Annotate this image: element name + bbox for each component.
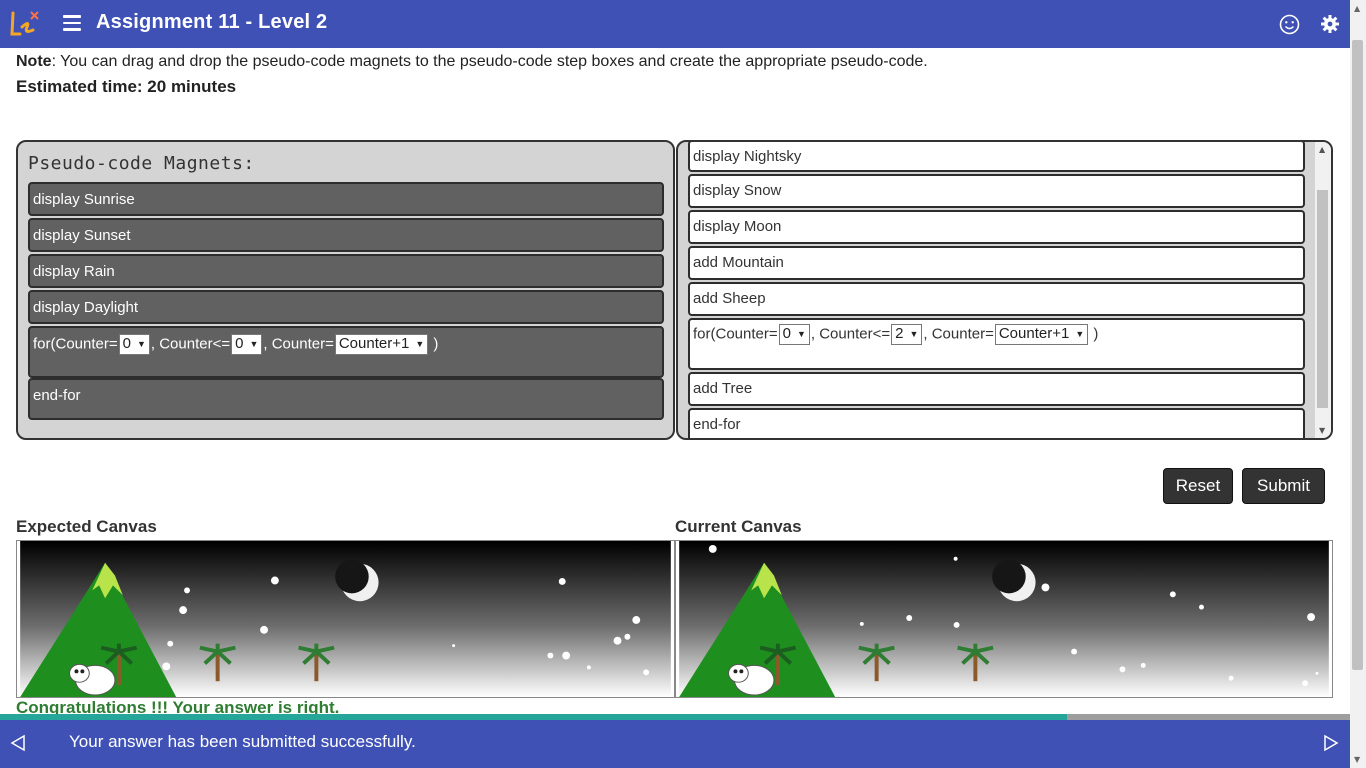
select-value: 2 — [895, 325, 904, 342]
expected-canvas-label: Expected Canvas — [16, 517, 157, 536]
for-loop-suffix: ) — [1089, 325, 1099, 343]
current-canvas-label: Current Canvas — [675, 517, 802, 536]
page-scrollbar-thumb[interactable] — [1352, 40, 1363, 670]
page-title: Assignment 11 - Level 2 — [96, 11, 328, 33]
scroll-up-icon[interactable]: ▲ — [1319, 145, 1325, 154]
magnet-counter-step-select[interactable]: Counter+1 ▼ — [334, 334, 429, 355]
dropdown-arrow-icon: ▼ — [415, 339, 425, 350]
page-scrollbar[interactable]: ▲ ▼ — [1350, 0, 1366, 768]
estimated-time: Estimated time: 20 minutes — [16, 77, 237, 96]
select-value: 0 — [235, 335, 244, 352]
for-loop-prefix: for(Counter= — [693, 325, 778, 343]
magnets-title: Pseudo-code Magnets: — [28, 153, 255, 174]
step-add-tree[interactable]: add Tree — [688, 372, 1305, 406]
select-value: Counter+1 — [998, 325, 1070, 342]
hamburger-menu-icon[interactable] — [63, 15, 81, 31]
instruction-note: Note: You can drag and drop the pseudo-c… — [16, 52, 928, 72]
magnet-counter-end-select[interactable]: 0 ▼ — [231, 334, 263, 355]
step-add-mountain[interactable]: add Mountain — [688, 246, 1305, 280]
steps-scrollbar[interactable]: ▲ ▼ — [1315, 142, 1331, 438]
step-counter-end-select[interactable]: 2 ▼ — [891, 324, 923, 345]
previous-arrow-icon[interactable] — [10, 734, 26, 752]
for-loop-condition-label: , Counter<= — [810, 325, 891, 343]
note-text: : You can drag and drop the pseudo-code … — [51, 53, 928, 70]
step-display-snow[interactable]: display Snow — [688, 174, 1305, 208]
magnet-for-loop[interactable]: for(Counter= 0 ▼, Counter<= 0 ▼, Counter= Cou… — [28, 326, 664, 378]
magnet-display-sunset[interactable]: display Sunset — [28, 218, 664, 252]
select-value: Counter+1 — [338, 335, 410, 352]
magnet-counter-start-select[interactable]: 0 ▼ — [118, 334, 150, 355]
dropdown-arrow-icon: ▼ — [249, 339, 259, 350]
submit-button[interactable]: Submit — [1242, 468, 1325, 504]
next-arrow-icon[interactable] — [1323, 734, 1339, 752]
settings-gear-icon[interactable] — [1320, 14, 1340, 34]
for-loop-increment-label: , Counter= — [263, 335, 334, 353]
status-message: Your answer has been submitted successfu… — [69, 732, 416, 751]
for-loop-prefix: for(Counter= — [33, 335, 118, 353]
select-value: 0 — [782, 325, 791, 342]
step-display-moon[interactable]: display Moon — [688, 210, 1305, 244]
feedback-smiley-icon[interactable] — [1279, 14, 1300, 35]
bottom-bar: Your answer has been submitted successfu… — [0, 720, 1350, 768]
scroll-down-icon[interactable]: ▼ — [1319, 426, 1325, 435]
magnet-display-rain[interactable]: display Rain — [28, 254, 664, 288]
dropdown-arrow-icon: ▼ — [136, 339, 146, 350]
note-label: Note — [16, 53, 52, 70]
dropdown-arrow-icon: ▼ — [1075, 329, 1085, 340]
current-canvas — [675, 540, 1333, 698]
reset-button[interactable]: Reset — [1163, 468, 1233, 504]
expected-canvas — [16, 540, 675, 698]
step-add-sheep[interactable]: add Sheep — [688, 282, 1305, 316]
scroll-up-icon[interactable]: ▲ — [1354, 4, 1360, 13]
step-display-nightsky[interactable]: display Nightsky — [688, 142, 1305, 172]
step-end-for[interactable]: end-for — [688, 408, 1305, 438]
step-counter-step-select[interactable]: Counter+1 ▼ — [994, 324, 1089, 345]
for-loop-suffix: ) — [429, 335, 439, 353]
dropdown-arrow-icon: ▼ — [909, 329, 919, 340]
select-value: 0 — [122, 335, 131, 352]
steps-scrollbar-thumb[interactable] — [1317, 190, 1328, 408]
app-logo-icon[interactable] — [8, 10, 40, 38]
top-app-bar: Assignment 11 - Level 2 — [0, 0, 1350, 48]
step-counter-start-select[interactable]: 0 ▼ — [778, 324, 810, 345]
pseudo-code-steps-panel: display Nightsky display Snow display Mo… — [676, 140, 1333, 440]
step-for-loop[interactable]: for(Counter= 0 ▼, Counter<= 2 ▼, Counter= Cou… — [688, 318, 1305, 370]
magnet-end-for[interactable]: end-for — [28, 378, 664, 420]
scroll-down-icon[interactable]: ▼ — [1354, 755, 1360, 764]
magnet-display-daylight[interactable]: display Daylight — [28, 290, 664, 324]
for-loop-increment-label: , Counter= — [923, 325, 994, 343]
pseudo-code-magnets-panel: Pseudo-code Magnets: display Sunrise dis… — [16, 140, 675, 440]
for-loop-condition-label: , Counter<= — [150, 335, 231, 353]
magnet-display-sunrise[interactable]: display Sunrise — [28, 182, 664, 216]
dropdown-arrow-icon: ▼ — [796, 329, 806, 340]
